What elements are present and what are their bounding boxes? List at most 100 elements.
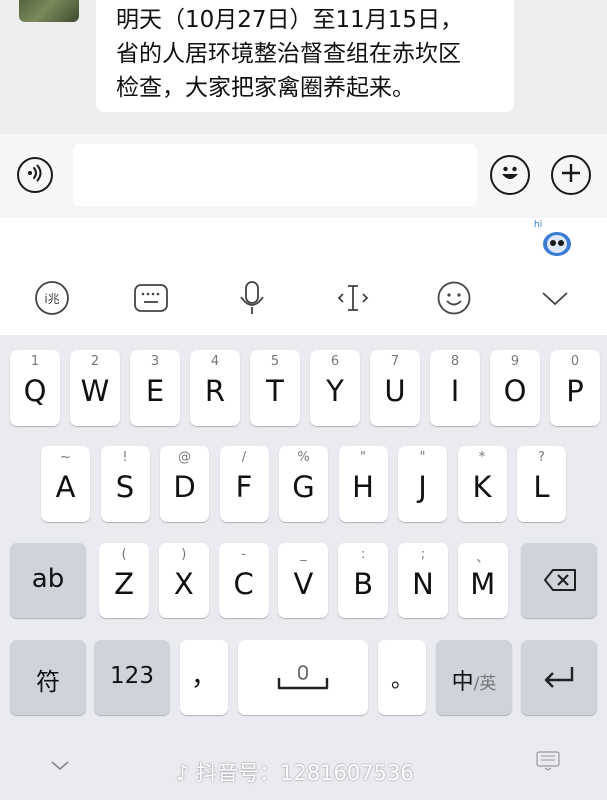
voice-input-button[interactable] xyxy=(17,157,53,193)
key-m[interactable]: 、 M xyxy=(457,543,508,618)
key-secondary-label: 5 xyxy=(270,354,280,369)
keyboard-switch-icon[interactable] xyxy=(536,751,560,775)
key-secondary-label: _ xyxy=(300,547,307,562)
key-secondary-label: 、 xyxy=(476,551,490,566)
enter-key[interactable] xyxy=(521,640,597,715)
language-switch-key[interactable]: 中/英 xyxy=(436,640,512,715)
watermark: ♪ 抖音号：1281607536 xyxy=(176,757,414,787)
key-u[interactable]: 7U xyxy=(370,350,420,426)
key-n[interactable]: ; N xyxy=(398,543,448,618)
voice-icon xyxy=(25,163,45,187)
key-secondary-label: 3 xyxy=(150,354,160,369)
key-secondary-label: 1 xyxy=(30,354,40,369)
key-primary-label: N xyxy=(412,567,434,601)
symbols-key-label: 符 xyxy=(36,668,60,696)
collapse-icon[interactable] xyxy=(535,278,575,318)
key-secondary-label: 0 xyxy=(570,354,580,369)
key-secondary-label: 8 xyxy=(450,354,460,369)
emoji-icon[interactable] xyxy=(434,278,474,318)
avatar[interactable] xyxy=(19,0,79,22)
message-line: 检查，大家把家禽圈养起来。 xyxy=(116,75,415,101)
key-primary-label: O xyxy=(503,374,527,408)
key-d[interactable]: @ D xyxy=(160,446,209,522)
key-x[interactable]: ) X xyxy=(158,543,209,618)
key-primary-label: S xyxy=(115,470,135,504)
symbols-key[interactable]: 符 xyxy=(10,640,86,715)
key-t[interactable]: 5T xyxy=(250,350,300,426)
assistant-mascot-icon[interactable]: hi xyxy=(530,218,576,260)
key-primary-label: D xyxy=(173,470,196,504)
handwriting-icon[interactable]: i兆 xyxy=(32,278,72,318)
key-secondary-label: 9 xyxy=(510,354,520,369)
input-bar xyxy=(0,134,607,218)
comma-key[interactable]: ， xyxy=(180,640,228,715)
key-secondary-label: 7 xyxy=(390,354,400,369)
lang-secondary-label: /英 xyxy=(473,674,497,694)
svg-text:i兆: i兆 xyxy=(44,292,59,306)
key-primary-label: A xyxy=(55,470,76,504)
key-f[interactable]: / F xyxy=(219,446,269,522)
key-primary-label: J xyxy=(418,470,427,504)
key-primary-label: G xyxy=(292,470,315,504)
key-primary-label: Y xyxy=(326,374,344,408)
key-v[interactable]: _ V xyxy=(278,543,329,618)
keyboard-icon[interactable] xyxy=(131,278,171,318)
key-b[interactable]: :B xyxy=(338,543,389,618)
numbers-key[interactable]: 123 xyxy=(94,640,170,715)
lang-primary-label: 中 xyxy=(451,670,474,695)
key-primary-label: V xyxy=(293,567,314,601)
period-key-label: 。 xyxy=(390,668,413,693)
shift-key[interactable]: ab xyxy=(10,543,86,618)
key-secondary-label: : xyxy=(360,547,366,562)
key-primary-label: P xyxy=(566,374,584,408)
space-mic-icon xyxy=(276,664,330,696)
key-secondary-label: ? xyxy=(538,450,545,465)
key-c[interactable]: -C xyxy=(218,543,269,618)
key-secondary-label: 4 xyxy=(210,354,220,369)
key-s[interactable]: ! S xyxy=(100,446,150,522)
keyboard: 1Q2W3E4R5T6Y7U8I9O0P ~ A! S @ D / F% G " H " J * K? L … xyxy=(0,335,607,800)
key-secondary-label: " xyxy=(360,450,366,465)
key-k[interactable]: * K xyxy=(457,446,507,522)
hide-keyboard-icon[interactable] xyxy=(50,757,70,776)
key-secondary-label: * xyxy=(478,450,486,465)
shift-key-label: ab xyxy=(31,564,65,594)
key-w[interactable]: 2W xyxy=(70,350,120,426)
cursor-icon[interactable] xyxy=(333,278,373,318)
watermark-text: 抖音号：1281607536 xyxy=(196,761,414,785)
key-secondary-label: % xyxy=(297,450,310,465)
space-key[interactable] xyxy=(238,640,368,715)
plus-button[interactable] xyxy=(551,155,591,195)
backspace-key[interactable] xyxy=(521,543,597,618)
key-primary-label: C xyxy=(233,567,254,601)
key-secondary-label: ! xyxy=(122,450,128,465)
key-primary-label: K xyxy=(472,470,492,504)
key-g[interactable]: % G xyxy=(279,446,328,522)
key-p[interactable]: 0P xyxy=(550,350,600,426)
key-z[interactable]: (Z xyxy=(99,543,149,618)
key-secondary-label: 6 xyxy=(330,354,340,369)
key-i[interactable]: 8I xyxy=(430,350,480,426)
tiktok-logo-icon: ♪ xyxy=(176,761,190,785)
key-y[interactable]: 6Y xyxy=(310,350,360,426)
key-a[interactable]: ~ A xyxy=(41,446,90,522)
message-line: 省的人居环境整治督查组在赤坎区 xyxy=(116,41,461,67)
emoji-button[interactable] xyxy=(490,155,530,195)
key-primary-label: T xyxy=(266,374,284,408)
key-l[interactable]: ? L xyxy=(517,446,566,522)
key-primary-label: Q xyxy=(23,374,47,408)
message-line: 明天（10月27日）至11月15日， xyxy=(116,7,464,33)
message-input[interactable] xyxy=(73,144,477,206)
period-key[interactable]: 。 xyxy=(378,640,426,715)
key-e[interactable]: 3E xyxy=(130,350,180,426)
microphone-icon[interactable] xyxy=(232,278,272,318)
key-secondary-label: ( xyxy=(121,547,127,562)
key-h[interactable]: " H xyxy=(338,446,388,522)
key-o[interactable]: 9O xyxy=(490,350,540,426)
key-r[interactable]: 4R xyxy=(190,350,240,426)
enter-icon xyxy=(542,664,576,694)
key-j[interactable]: " J xyxy=(398,446,447,522)
message-bubble[interactable]: 明天（10月27日）至11月15日， 省的人居环境整治督查组在赤坎区 检查，大家… xyxy=(96,0,514,112)
key-primary-label: F xyxy=(235,470,253,504)
key-q[interactable]: 1Q xyxy=(10,350,60,426)
